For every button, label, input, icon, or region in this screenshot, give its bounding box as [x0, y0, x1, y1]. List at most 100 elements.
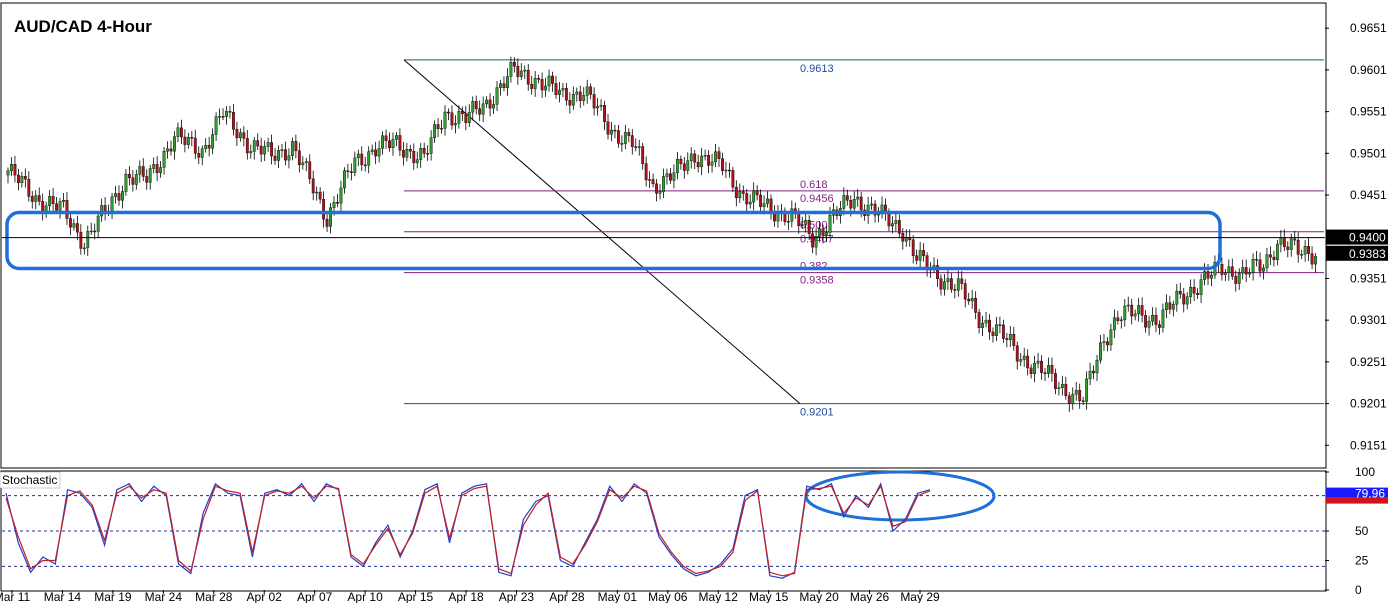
- candle-body: [218, 116, 221, 118]
- candle-body: [290, 141, 294, 156]
- price-tick-label: 0.9201: [1350, 397, 1387, 411]
- candle-body: [41, 201, 45, 213]
- candle-body: [1067, 395, 1071, 404]
- time-tick-label: Apr 02: [247, 590, 283, 603]
- candle-body: [1255, 259, 1258, 261]
- candle-body: [332, 202, 336, 208]
- candle-body: [93, 230, 97, 233]
- candle-body: [582, 95, 586, 101]
- candle-body: [308, 161, 312, 180]
- candle-body: [322, 199, 326, 220]
- candle-body: [821, 228, 825, 236]
- candle-body: [1085, 378, 1089, 402]
- candle-body: [894, 220, 898, 224]
- price-tick-label: 0.9601: [1350, 63, 1387, 77]
- candle-body: [1300, 254, 1304, 256]
- candle-body: [356, 153, 360, 159]
- candle-body: [447, 111, 450, 114]
- candle-body: [89, 230, 93, 233]
- candle-body: [939, 278, 943, 290]
- candle-body: [637, 146, 641, 148]
- candle-body: [665, 173, 669, 177]
- candle-body: [315, 191, 319, 194]
- candle-body: [1012, 334, 1016, 346]
- candle-body: [616, 130, 620, 144]
- price-tick-label: 0.9451: [1350, 188, 1387, 202]
- candle-body: [672, 172, 676, 181]
- price-tick-label: 0.9501: [1350, 146, 1387, 160]
- candle-body: [280, 149, 284, 151]
- candle-body: [845, 195, 849, 201]
- candle-body: [367, 151, 371, 166]
- candle-body: [179, 127, 183, 138]
- candle-body: [703, 155, 707, 157]
- candle-body: [204, 144, 208, 150]
- candle-body: [526, 69, 530, 85]
- candle-body: [564, 88, 568, 101]
- candle-body: [949, 278, 953, 290]
- candle-body: [1102, 341, 1106, 344]
- candle-body: [759, 194, 763, 207]
- candle-body: [252, 140, 256, 152]
- candle-body: [79, 231, 83, 249]
- candle-body: [1071, 393, 1075, 404]
- candle-body: [1022, 355, 1026, 360]
- candle-body: [627, 132, 631, 136]
- candle-body: [155, 164, 159, 173]
- candle-body: [1196, 293, 1200, 295]
- candle-body: [193, 137, 197, 154]
- candle-body: [474, 101, 478, 109]
- candle-body: [492, 104, 495, 109]
- time-tick-label: Mar 19: [94, 590, 132, 603]
- time-tick-label: May 01: [598, 590, 638, 603]
- candle-body: [578, 91, 582, 101]
- candle-body: [1158, 324, 1161, 328]
- candle-body: [200, 148, 204, 158]
- candle-body: [65, 200, 69, 219]
- fib-ratio-label: 0.382: [800, 261, 828, 273]
- candle-body: [1106, 341, 1109, 346]
- candle-body: [748, 201, 752, 205]
- candle-body: [710, 161, 714, 166]
- candle-body: [360, 153, 364, 166]
- candle-body: [717, 151, 721, 159]
- candle-body: [786, 221, 790, 223]
- candle-body: [221, 116, 225, 118]
- candle-body: [1008, 334, 1012, 340]
- candle-body: [311, 178, 315, 194]
- candle-body: [408, 149, 412, 152]
- candle-body: [1095, 359, 1099, 374]
- candle-body: [453, 123, 457, 126]
- candle-body: [1182, 293, 1186, 305]
- candle-body: [166, 148, 169, 152]
- candle-body: [1088, 370, 1092, 380]
- candle-body: [422, 148, 426, 154]
- chart-title: AUD/CAD 4-Hour: [14, 17, 152, 36]
- candle-body: [1019, 359, 1023, 362]
- candle-body: [606, 121, 610, 135]
- candle-body: [186, 137, 190, 145]
- candle-body: [558, 89, 561, 95]
- candle-body: [30, 196, 34, 202]
- candle-body: [495, 87, 499, 105]
- candle-body: [724, 169, 728, 172]
- price-tick-label: 0.9151: [1350, 438, 1387, 452]
- candle-body: [488, 99, 492, 109]
- candle-body: [294, 141, 298, 152]
- candle-body: [1175, 290, 1179, 305]
- candle-body: [825, 232, 828, 236]
- stochastic-tick-label: 50: [1355, 524, 1369, 538]
- candle-body: [599, 105, 603, 107]
- candle-body: [277, 150, 280, 161]
- candle-body: [519, 70, 523, 77]
- candle-body: [225, 111, 228, 117]
- candle-body: [887, 212, 891, 227]
- candle-body: [696, 162, 700, 168]
- stochastic-tick-label: 0: [1355, 583, 1362, 597]
- candle-body: [159, 167, 163, 173]
- candle-body: [301, 162, 305, 166]
- candle-body: [641, 146, 645, 164]
- candle-body: [988, 319, 991, 333]
- candle-body: [238, 132, 242, 139]
- candle-body: [388, 140, 391, 149]
